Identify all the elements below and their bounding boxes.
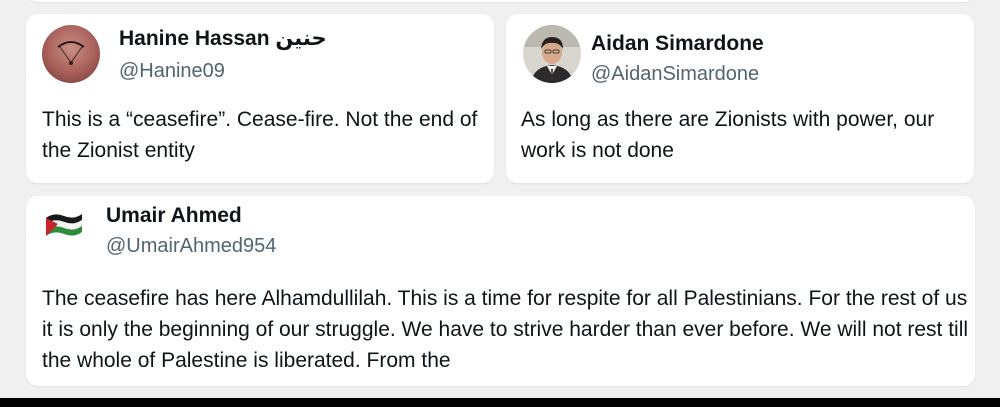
post-text: As long as there are Zionists with power… [521, 108, 935, 162]
author-handle[interactable]: @AidanSimardone [591, 62, 759, 86]
author-name[interactable]: Aidan Simardone [591, 32, 764, 56]
post-text: The ceasefire has here Alhamdullilah. Th… [42, 287, 969, 372]
bottom-edge-bar [0, 398, 1000, 407]
author-handle[interactable]: @UmairAhmed954 [106, 234, 276, 258]
paraglider-avatar-icon [42, 25, 100, 83]
previous-post-card-edge [26, 0, 975, 2]
post-card[interactable]: Aidan Simardone @AidanSimardone As long … [506, 14, 974, 183]
author-name[interactable]: Umair Ahmed [106, 204, 242, 228]
author-name[interactable]: Hanine Hassan حنين [119, 27, 327, 51]
avatar[interactable] [44, 208, 84, 238]
author-handle[interactable]: @Hanine09 [119, 59, 225, 83]
post-card[interactable]: Umair Ahmed @UmairAhmed954 The ceasefire… [26, 196, 975, 386]
person-avatar-icon [523, 25, 581, 83]
avatar[interactable] [42, 25, 100, 83]
post-text: This is a “ceasefire”. Cease-fire. Not t… [42, 108, 478, 162]
avatar[interactable] [523, 25, 581, 83]
post-card[interactable]: Hanine Hassan حنين @Hanine09 This is a “… [26, 14, 494, 183]
palestine-flag-icon [45, 214, 83, 236]
